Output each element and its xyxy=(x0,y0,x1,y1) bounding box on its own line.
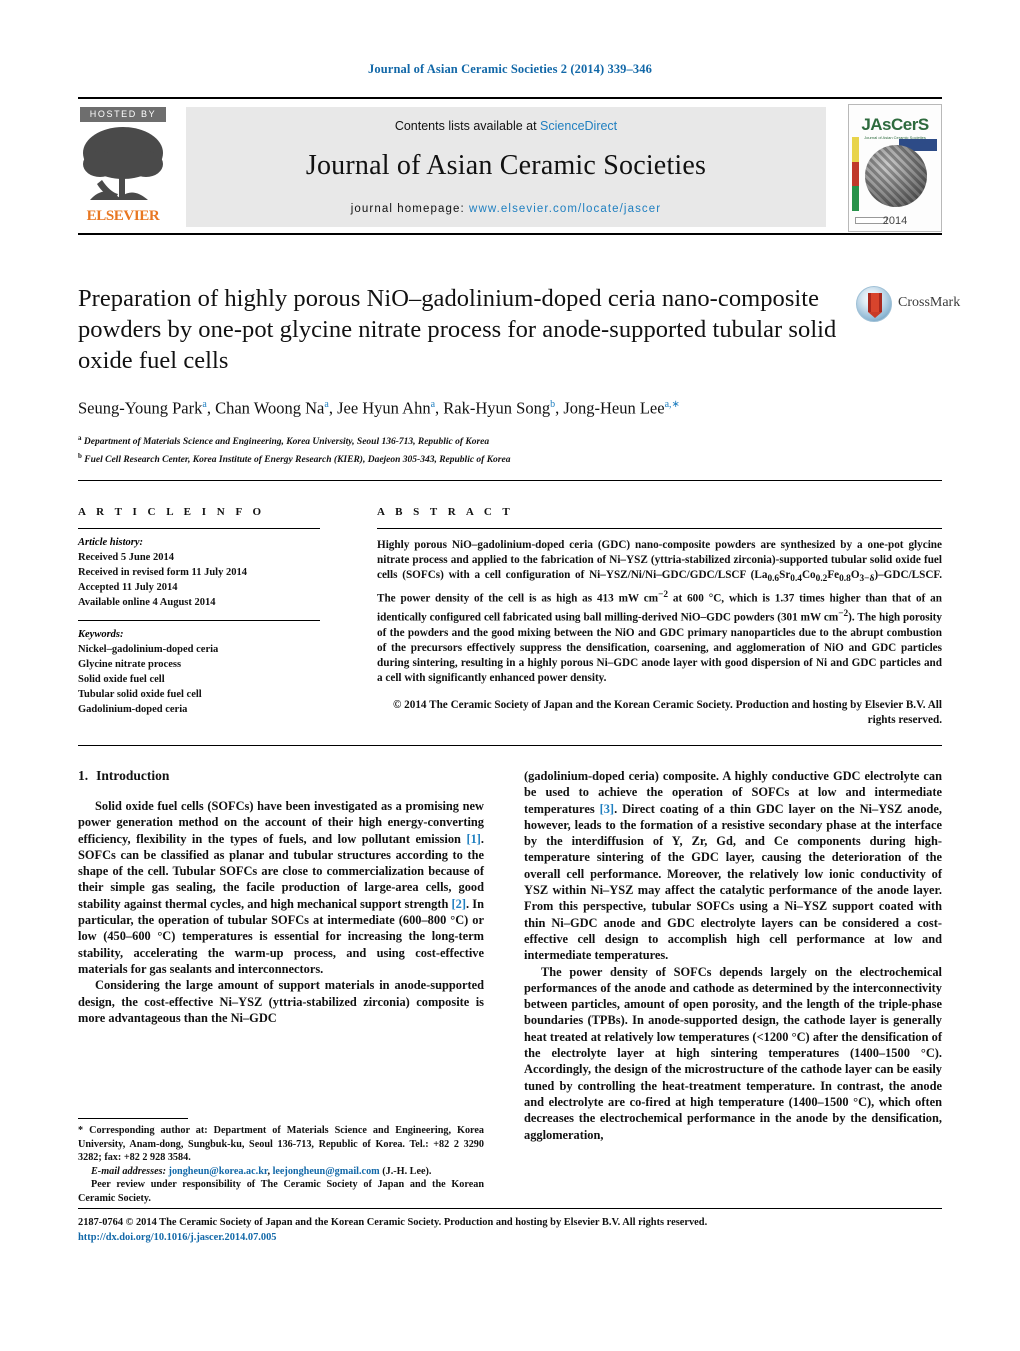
section-number: 1. xyxy=(78,768,89,783)
intro-paragraph-3: The power density of SOFCs depends large… xyxy=(524,964,942,1142)
intro-paragraph-2-cont: (gadolinium-doped ceria) composite. A hi… xyxy=(524,769,942,963)
keyword-item: Solid oxide fuel cell xyxy=(78,674,165,685)
title-area: Preparation of highly porous NiO–gadolin… xyxy=(78,283,858,420)
crossmark-label: CrossMark xyxy=(898,295,961,310)
section-title: Introduction xyxy=(96,768,170,783)
email-note: E-mail addresses: jongheun@korea.ac.kr, … xyxy=(78,1165,484,1179)
crossmark-badge[interactable]: CrossMark xyxy=(856,285,961,325)
history-item: Received 5 June 2014 xyxy=(78,552,174,563)
elsevier-tree-icon xyxy=(80,122,166,208)
contents-prefix: Contents lists available at xyxy=(394,119,541,133)
keyword-item: Gadolinium-doped ceria xyxy=(78,704,188,715)
peer-review-text: Peer review under responsibility of The … xyxy=(78,1179,484,1204)
history-item: Received in revised form 11 July 2014 xyxy=(78,567,247,578)
footnote-block: * Corresponding author at: Department of… xyxy=(78,1118,484,1206)
footer-block: 2187-0764 © 2014 The Ceramic Society of … xyxy=(78,1216,942,1245)
elsevier-logo-block: HOSTED BY ELSEVIER xyxy=(80,107,166,227)
homepage-prefix: journal homepage: xyxy=(350,203,470,215)
article-info-block: A R T I C L E I N F O Article history: R… xyxy=(78,506,353,717)
email-label: E-mail addresses: xyxy=(91,1165,166,1177)
keywords-block: Keywords: Nickel–gadolinium-doped ceria … xyxy=(78,620,353,717)
sciencedirect-link[interactable]: ScienceDirect xyxy=(540,119,617,133)
intro-paragraph-1: Solid oxide fuel cells (SOFCs) have been… xyxy=(78,799,484,976)
email-link-2[interactable]: leejongheun@gmail.com xyxy=(273,1166,380,1177)
body-column-left: 1. Introduction Solid oxide fuel cells (S… xyxy=(78,768,484,1026)
article-history-label: Article history: xyxy=(78,537,144,548)
keyword-item: Nickel–gadolinium-doped ceria xyxy=(78,644,219,655)
keywords-label: Keywords: xyxy=(78,629,124,640)
email-link-1[interactable]: jongheun@korea.ac.kr xyxy=(169,1166,268,1177)
affiliation-a-text: Department of Materials Science and Engi… xyxy=(83,437,490,448)
journal-title: Journal of Asian Ceramic Societies xyxy=(305,150,707,181)
article-info-divider xyxy=(78,528,320,529)
abstract-block: A B S T R A C T Highly porous NiO–gadoli… xyxy=(377,506,942,728)
affiliation-b: b Fuel Cell Research Center, Korea Insti… xyxy=(78,451,511,465)
peer-review-note: Peer review under responsibility of The … xyxy=(78,1178,484,1205)
journal-article-page: Journal of Asian Ceramic Societies 2 (20… xyxy=(0,0,1020,1351)
abstract-copyright: © 2014 The Ceramic Society of Japan and … xyxy=(393,698,942,726)
footer-rule xyxy=(78,1208,942,1209)
journal-masthead: HOSTED BY ELSEVIER Contents lists availa… xyxy=(78,97,942,235)
abstract-divider xyxy=(377,528,942,529)
affiliation-a: a Department of Materials Science and En… xyxy=(78,434,490,448)
elsevier-wordmark: ELSEVIER xyxy=(86,208,160,224)
journal-panel: Contents lists available at ScienceDirec… xyxy=(186,107,826,227)
keyword-item: Glycine nitrate process xyxy=(78,659,182,670)
section-heading-introduction: 1. Introduction xyxy=(78,768,484,784)
crossmark-icon xyxy=(856,286,892,322)
abstract-text: Highly porous NiO–gadolinium-doped ceria… xyxy=(377,539,943,685)
journal-cover-thumbnail: JAsCerS Journal of Asian Ceramic Societi… xyxy=(848,104,942,232)
footer-doi-link[interactable]: http://dx.doi.org/10.1016/j.jascer.2014.… xyxy=(78,1231,942,1246)
cover-year: 2014 xyxy=(882,215,908,227)
email-line: E-mail addresses: jongheun@korea.ac.kr, … xyxy=(91,1165,432,1177)
journal-homepage-line: journal homepage: www.elsevier.com/locat… xyxy=(186,203,826,215)
cover-color-stripe xyxy=(852,137,859,211)
body-column-right: (gadolinium-doped ceria) composite. A hi… xyxy=(524,768,942,1143)
info-section-top-rule xyxy=(78,480,942,481)
email-suffix: (J.-H. Lee). xyxy=(382,1165,432,1177)
journal-homepage-link[interactable]: www.elsevier.com/locate/jascer xyxy=(469,203,661,215)
crossmark-book-icon xyxy=(868,293,882,318)
info-section-bottom-rule xyxy=(78,745,942,746)
footnote-rule xyxy=(78,1118,188,1119)
footer-copyright: 2187-0764 © 2014 The Ceramic Society of … xyxy=(78,1217,708,1228)
cover-micrograph-image xyxy=(865,145,927,207)
abstract-heading: A B S T R A C T xyxy=(377,506,514,518)
keywords-divider xyxy=(78,620,320,621)
running-head: Journal of Asian Ceramic Societies 2 (20… xyxy=(368,62,652,76)
article-info-heading: A R T I C L E I N F O xyxy=(78,506,266,518)
affiliation-b-text: Fuel Cell Research Center, Korea Institu… xyxy=(84,454,511,465)
author-list: Seung-Young Parka, Chan Woong Naa, Jee H… xyxy=(78,398,680,418)
hosted-by-badge: HOSTED BY xyxy=(80,107,166,122)
page-title: Preparation of highly porous NiO–gadolin… xyxy=(78,285,837,374)
keyword-item: Tubular solid oxide fuel cell xyxy=(78,689,202,700)
affiliations: a Department of Materials Science and En… xyxy=(78,432,858,467)
corresponding-author-note: * Corresponding author at: Department of… xyxy=(78,1125,484,1164)
history-item: Accepted 11 July 2014 xyxy=(78,582,178,593)
cover-brand: JAsCerS xyxy=(861,115,929,134)
intro-paragraph-2-start: Considering the large amount of support … xyxy=(78,978,484,1025)
history-item: Available online 4 August 2014 xyxy=(78,597,216,608)
contents-list-line: Contents lists available at ScienceDirec… xyxy=(186,107,826,133)
